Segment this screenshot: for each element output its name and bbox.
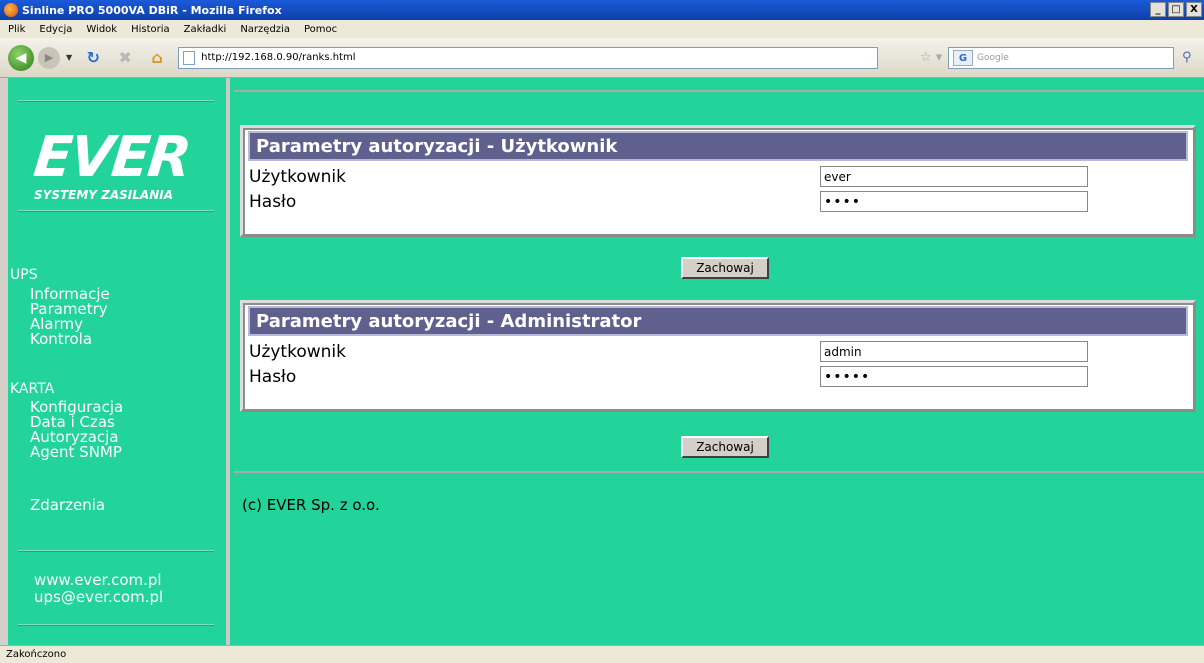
sidebar: EVER SYSTEMY ZASILANIA UPS Informacje Pa… — [8, 78, 230, 645]
close-button[interactable]: X — [1186, 2, 1202, 17]
firefox-icon — [4, 3, 18, 17]
status-text: Zakończono — [6, 649, 67, 660]
window-title: Sinline PRO 5000VA DBiR - Mozilla Firefo… — [22, 3, 282, 17]
page-icon — [183, 50, 196, 65]
admin-user-input[interactable] — [820, 341, 1088, 362]
menu-plik[interactable]: Plik — [8, 24, 25, 35]
url-text: http://192.168.0.90/ranks.html — [201, 52, 356, 63]
bookmark-star-icon[interactable]: ☆ ▾ — [920, 50, 942, 65]
maximize-button[interactable]: □ — [1168, 2, 1184, 17]
password-row: Hasło — [243, 189, 1193, 214]
email-link[interactable]: ups@ever.com.pl — [34, 589, 163, 606]
save-admin-button[interactable]: Zachowaj — [681, 436, 769, 458]
footer-divider — [234, 471, 1204, 473]
admin-password-input[interactable] — [820, 366, 1088, 387]
sidebar-section-karta: KARTA — [10, 381, 55, 397]
user-auth-panel: Parametry autoryzacji - Użytkownik Użytk… — [240, 125, 1196, 237]
panel-title: Parametry autoryzacji - Administrator — [248, 306, 1188, 336]
sidebar-divider — [18, 624, 214, 626]
menu-zakladki[interactable]: Zakładki — [184, 24, 227, 35]
minimize-button[interactable]: _ — [1150, 2, 1166, 17]
search-input[interactable]: G Google — [948, 47, 1174, 69]
password-input[interactable] — [820, 191, 1088, 212]
panel-title: Parametry autoryzacji - Użytkownik — [248, 131, 1188, 161]
admin-user-row: Użytkownik — [243, 339, 1193, 364]
page-content: EVER SYSTEMY ZASILANIA UPS Informacje Pa… — [8, 78, 1204, 645]
save-user-button[interactable]: Zachowaj — [681, 257, 769, 279]
reload-icon[interactable]: ↻ — [82, 47, 104, 69]
user-label: Użytkownik — [249, 341, 346, 362]
sidebar-item-zdarzenia[interactable]: Zdarzenia — [30, 498, 105, 513]
window-controls: _ □ X — [1150, 2, 1202, 17]
back-arrow-icon[interactable]: ◀ — [8, 44, 34, 71]
status-bar: Zakończono — [0, 645, 1204, 663]
copyright-text: (c) EVER Sp. z o.o. — [242, 496, 380, 514]
logo-main-text: EVER — [30, 125, 193, 190]
url-bar[interactable]: http://192.168.0.90/ranks.html — [178, 46, 879, 69]
user-label: Użytkownik — [249, 166, 346, 187]
menubar: Plik Edycja Widok Historia Zakładki Narz… — [0, 20, 1204, 38]
admin-auth-panel: Parametry autoryzacji - Administrator Uż… — [240, 300, 1196, 412]
password-label: Hasło — [249, 191, 297, 212]
window-titlebar: Sinline PRO 5000VA DBiR - Mozilla Firefo… — [0, 0, 1204, 20]
sidebar-divider — [18, 100, 214, 102]
menu-edycja[interactable]: Edycja — [39, 24, 72, 35]
home-icon[interactable]: ⌂ — [146, 47, 168, 69]
user-row: Użytkownik — [243, 164, 1193, 189]
sidebar-item-agent-snmp[interactable]: Agent SNMP — [30, 445, 122, 460]
sidebar-divider — [18, 210, 214, 212]
search-placeholder: Google — [977, 53, 1009, 63]
sidebar-section-ups: UPS — [10, 267, 38, 283]
main-area: Parametry autoryzacji - Użytkownik Użytk… — [234, 78, 1204, 645]
history-dropdown-icon[interactable]: ▼ — [66, 53, 72, 62]
sidebar-divider — [18, 550, 214, 552]
menu-narzedzia[interactable]: Narzędzia — [240, 24, 290, 35]
menu-pomoc[interactable]: Pomoc — [304, 24, 337, 35]
menu-historia[interactable]: Historia — [131, 24, 170, 35]
top-divider — [234, 90, 1204, 92]
search-icon[interactable]: ⚲ — [1182, 50, 1192, 65]
ever-logo: EVER SYSTEMY ZASILANIA — [30, 125, 193, 202]
google-engine-icon[interactable]: G — [953, 50, 973, 66]
admin-password-row: Hasło — [243, 364, 1193, 389]
navigation-toolbar: ◀ ▶ ▼ ↻ ✖ ⌂ http://192.168.0.90/ranks.ht… — [0, 38, 1204, 78]
forward-arrow-icon[interactable]: ▶ — [38, 46, 60, 69]
user-input[interactable] — [820, 166, 1088, 187]
logo-sub-text: SYSTEMY ZASILANIA — [34, 188, 173, 202]
stop-icon[interactable]: ✖ — [114, 47, 136, 69]
menu-widok[interactable]: Widok — [86, 24, 117, 35]
website-link[interactable]: www.ever.com.pl — [34, 572, 162, 589]
password-label: Hasło — [249, 366, 297, 387]
sidebar-item-kontrola[interactable]: Kontrola — [30, 332, 92, 347]
